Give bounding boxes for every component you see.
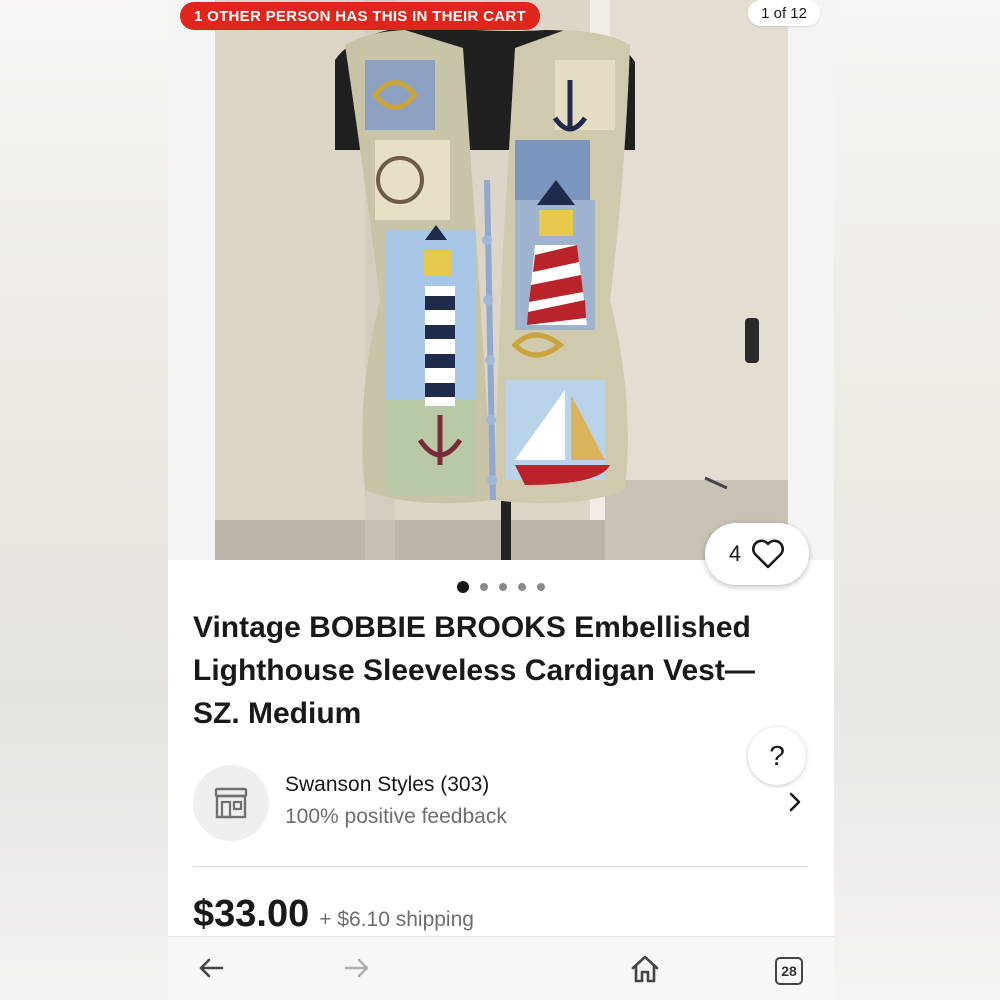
- store-icon: [214, 787, 248, 819]
- home-icon[interactable]: [629, 953, 661, 985]
- cart-demand-banner: 1 OTHER PERSON HAS THIS IN THEIR CART: [180, 2, 540, 30]
- carousel-dot[interactable]: [537, 583, 545, 591]
- watch-count: 4: [728, 541, 742, 566]
- seller-name[interactable]: Swanson Styles (303): [285, 773, 489, 797]
- browser-bottom-bar: 28: [168, 936, 834, 1000]
- back-arrow-icon[interactable]: [196, 953, 226, 983]
- carousel-dot[interactable]: [499, 583, 507, 591]
- price: $33.00: [193, 893, 310, 935]
- chevron-right-icon[interactable]: [788, 791, 802, 813]
- carousel-dot[interactable]: [457, 581, 469, 593]
- carousel-dot[interactable]: [480, 583, 488, 591]
- heart-icon: [752, 539, 785, 569]
- listing-image-carousel[interactable]: 1 OTHER PERSON HAS THIS IN THEIR CART 1 …: [168, 0, 834, 560]
- divider: [193, 866, 808, 867]
- blurred-right-margin: [834, 0, 1000, 1000]
- blurred-left-margin: [0, 0, 168, 1000]
- seller-feedback: 100% positive feedback: [285, 805, 507, 828]
- listing-screen: 1 OTHER PERSON HAS THIS IN THEIR CART 1 …: [168, 0, 834, 1000]
- price-row: $33.00 + $6.10 shipping: [193, 893, 474, 936]
- product-photo: [215, 0, 788, 560]
- forward-arrow-icon[interactable]: [342, 953, 372, 983]
- image-counter: 1 of 12: [748, 0, 820, 26]
- listing-title: Vintage BOBBIE BROOKS Embellished Lighth…: [193, 611, 755, 730]
- store-avatar: [193, 765, 269, 841]
- tabs-button[interactable]: 28: [775, 957, 803, 985]
- seller-card[interactable]: Swanson Styles (303) 100% positive feedb…: [193, 765, 808, 841]
- carousel-dots: [168, 581, 834, 593]
- carousel-dot[interactable]: [518, 583, 526, 591]
- watch-button[interactable]: 4: [705, 523, 809, 585]
- shipping-cost: + $6.10 shipping: [319, 908, 474, 931]
